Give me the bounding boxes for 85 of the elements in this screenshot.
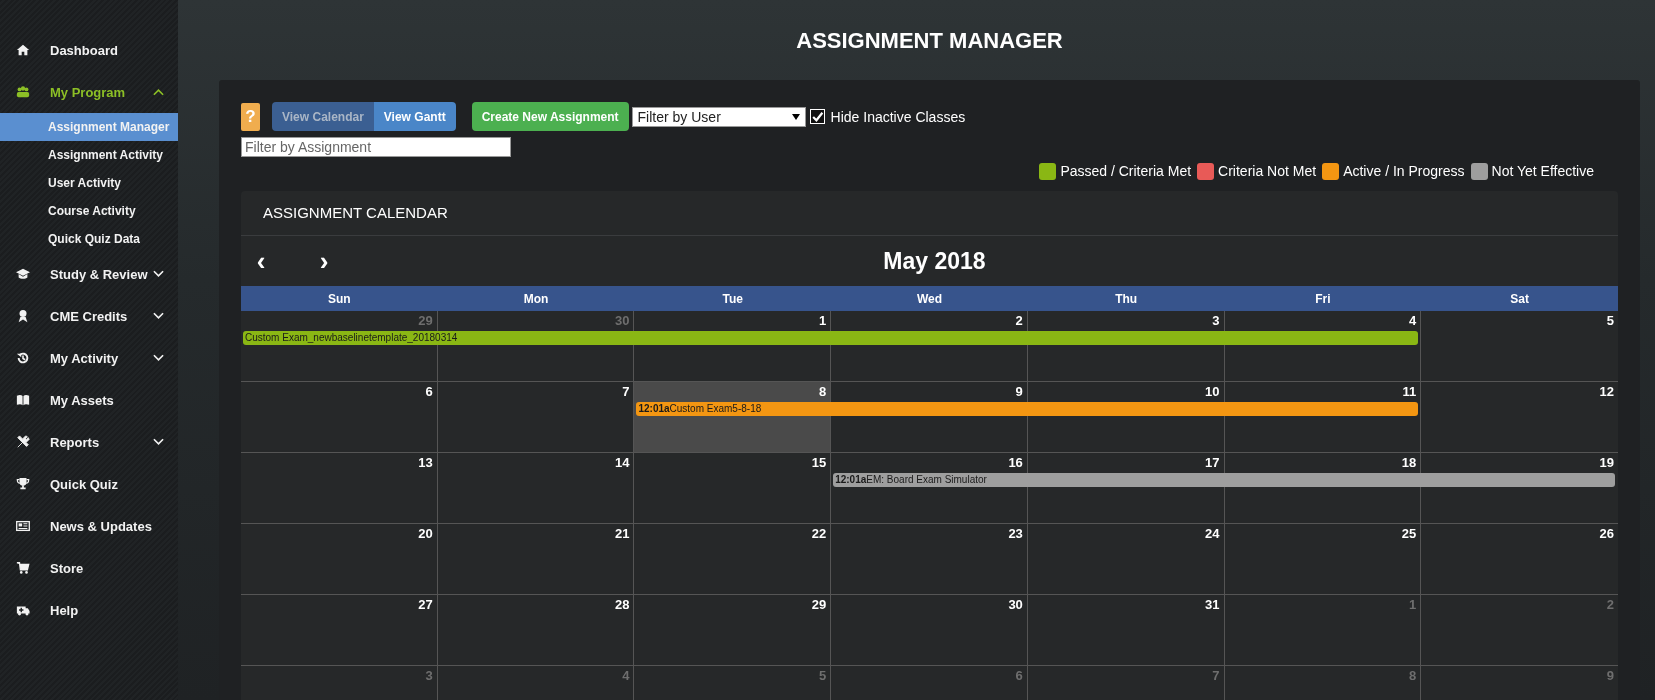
dropdown-arrow-icon <box>791 113 800 120</box>
day-cell[interactable]: 13 <box>241 453 438 471</box>
day-cell[interactable]: 12 <box>1421 382 1618 400</box>
sidebar-item[interactable]: CME Credits <box>0 295 178 337</box>
panel-title: ASSIGNMENT CALENDAR <box>241 191 1618 236</box>
day-cell[interactable]: 27 <box>241 595 438 613</box>
day-cell[interactable]: 28 <box>437 595 635 613</box>
day-cell[interactable]: 25 <box>1224 524 1422 542</box>
day-cell[interactable]: 19 <box>1421 453 1618 471</box>
sidebar-subitem[interactable]: Quick Quiz Data <box>0 225 178 253</box>
day-cell[interactable]: 2 <box>831 311 1028 329</box>
assignment-filter-field[interactable]: Filter by Assignment <box>241 137 511 157</box>
day-cell[interactable]: 14 <box>437 453 635 471</box>
day-cell[interactable]: 6 <box>241 382 438 400</box>
day-cell[interactable]: 10 <box>1027 382 1225 400</box>
newspaper-icon <box>16 519 30 533</box>
month-title: May 2018 <box>882 247 987 275</box>
day-cell[interactable]: 8 <box>634 382 832 400</box>
legend-label: Active / In Progress <box>1343 163 1465 179</box>
day-cell[interactable]: 26 <box>1421 524 1618 542</box>
day-cell[interactable]: 9 <box>831 382 1028 400</box>
trophy-icon <box>16 477 30 491</box>
day-cell[interactable]: 23 <box>831 524 1028 542</box>
day-cell[interactable]: 15 <box>634 453 832 471</box>
calendar-event[interactable]: Custom Exam_newbaselinetemplate_20180314 <box>243 331 1419 345</box>
sidebar-item[interactable]: My Assets <box>0 379 178 421</box>
day-cell[interactable]: 21 <box>437 524 635 542</box>
day-cell[interactable]: 31 <box>1027 595 1225 613</box>
chevron-down-icon <box>153 354 164 362</box>
calendar-event[interactable]: 12:01aEM: Board Exam Simulator <box>833 473 1615 487</box>
weekday-label: Wed <box>915 291 944 306</box>
cart-icon <box>16 561 30 575</box>
day-cell[interactable]: 24 <box>1027 524 1225 542</box>
weekday-label: Sat <box>1509 291 1530 306</box>
previous-month-button[interactable]: ‹ <box>251 248 271 274</box>
history-icon <box>16 351 30 365</box>
day-cell[interactable]: 5 <box>1421 311 1618 329</box>
chevron-up-icon <box>153 88 164 96</box>
day-cell[interactable]: 18 <box>1224 453 1422 471</box>
chevron-down-icon <box>153 438 164 446</box>
weekday-label: Fri <box>1314 291 1332 306</box>
view-toggle-button[interactable]: View Gantt <box>373 102 456 131</box>
sidebar-item[interactable]: Store <box>0 547 178 589</box>
checkbox-label: Hide Inactive Classes <box>830 108 966 125</box>
calendar-event[interactable]: 12:01aCustom Exam5-8-18 <box>636 402 1419 416</box>
weekday-label: Thu <box>1114 291 1139 306</box>
home-icon <box>16 43 30 57</box>
weekday-label: Sun <box>327 291 352 306</box>
chevron-down-icon <box>153 312 164 320</box>
book-icon <box>16 393 30 407</box>
sidebar-subitem[interactable]: User Activity <box>0 169 178 197</box>
sidebar-item[interactable]: My Activity <box>0 337 178 379</box>
user-filter-select[interactable]: Filter by User <box>631 106 806 127</box>
legend-label: Passed / Criteria Met <box>1060 163 1192 179</box>
day-cell[interactable]: 22 <box>634 524 832 542</box>
sidebar-item[interactable]: Quick Quiz <box>0 463 178 505</box>
legend-label: Criteria Not Met <box>1218 163 1317 179</box>
weekday-label: Tue <box>721 291 744 306</box>
award-icon <box>16 309 30 323</box>
tools-icon <box>16 435 30 449</box>
sidebar-item[interactable]: Reports <box>0 421 178 463</box>
day-cell[interactable]: 29 <box>634 595 832 613</box>
day-cell[interactable]: 17 <box>1027 453 1225 471</box>
legend-label: Not Yet Effective <box>1491 163 1594 179</box>
day-cell[interactable]: 20 <box>241 524 438 542</box>
sidebar-subitem[interactable]: Assignment Activity <box>0 141 178 169</box>
page-title: ASSIGNMENT MANAGER <box>795 28 1064 55</box>
day-cell[interactable]: 4 <box>1224 311 1422 329</box>
sidebar-item[interactable]: News & Updates <box>0 505 178 547</box>
next-month-button[interactable]: › <box>314 248 334 274</box>
day-cell[interactable]: 3 <box>1027 311 1225 329</box>
sidebar-item[interactable]: Help <box>0 589 178 631</box>
day-cell[interactable]: 30 <box>831 595 1028 613</box>
day-cell[interactable]: 1 <box>634 311 832 329</box>
day-cell[interactable]: 16 <box>831 453 1028 471</box>
sidebar-subitem[interactable]: Course Activity <box>0 197 178 225</box>
sidebar-item[interactable]: My Program <box>0 71 178 113</box>
chevron-down-icon <box>153 270 164 278</box>
sidebar-item[interactable]: Study & Review <box>0 253 178 295</box>
sidebar-item[interactable]: Dashboard <box>0 29 178 71</box>
graduation-cap-icon <box>16 267 30 281</box>
day-cell[interactable]: 11 <box>1224 382 1422 400</box>
checkbox[interactable] <box>809 109 825 124</box>
weekday-label: Mon <box>522 291 550 306</box>
users-icon <box>16 85 30 99</box>
